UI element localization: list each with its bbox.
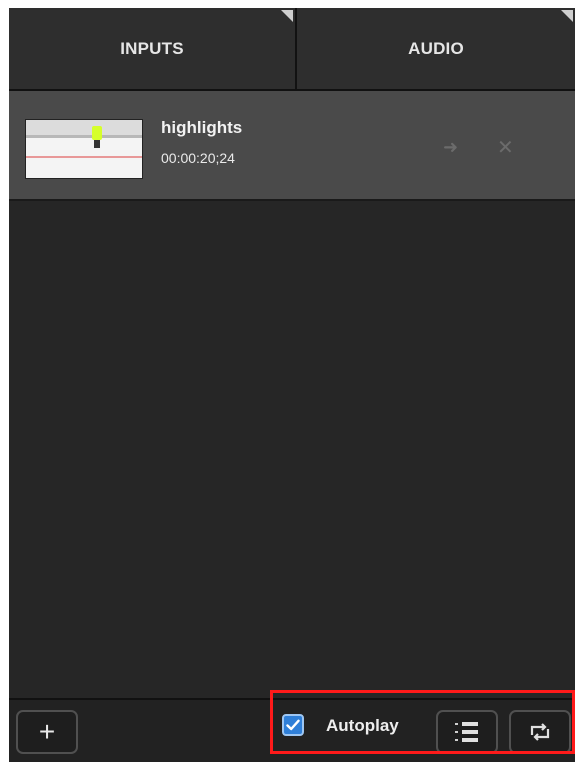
tab-bar: INPUTS AUDIO bbox=[9, 8, 575, 91]
tab-menu-corner-icon[interactable] bbox=[281, 10, 293, 22]
autoplay-label: Autoplay bbox=[326, 716, 399, 735]
rink-boards bbox=[26, 135, 142, 138]
checkmark-icon bbox=[286, 719, 300, 731]
list-icon bbox=[455, 722, 478, 742]
player-legs bbox=[94, 140, 100, 148]
close-icon[interactable]: ✕ bbox=[497, 135, 514, 160]
tab-inputs[interactable]: INPUTS bbox=[9, 8, 297, 89]
media-panel: INPUTS AUDIO highlights 00:00:20;24 ➜ ✕ … bbox=[9, 8, 575, 762]
input-thumbnail bbox=[25, 119, 143, 179]
repeat-icon bbox=[530, 723, 550, 741]
input-duration: 00:00:20;24 bbox=[161, 150, 235, 166]
autoplay-checkbox[interactable] bbox=[282, 714, 304, 736]
player-figure bbox=[92, 126, 102, 140]
input-item[interactable]: highlights 00:00:20;24 ➜ ✕ bbox=[9, 91, 575, 201]
add-input-button[interactable]: + bbox=[16, 710, 78, 754]
playlist-button[interactable] bbox=[436, 710, 498, 754]
rink-line bbox=[26, 156, 142, 158]
input-title: highlights bbox=[161, 118, 243, 137]
tab-inputs-label: INPUTS bbox=[120, 38, 184, 58]
send-arrow-icon[interactable]: ➜ bbox=[443, 137, 458, 158]
tab-audio[interactable]: AUDIO bbox=[297, 8, 575, 89]
loop-button[interactable] bbox=[509, 710, 571, 754]
tab-audio-label: AUDIO bbox=[408, 38, 464, 58]
tab-menu-corner-icon[interactable] bbox=[561, 10, 573, 22]
